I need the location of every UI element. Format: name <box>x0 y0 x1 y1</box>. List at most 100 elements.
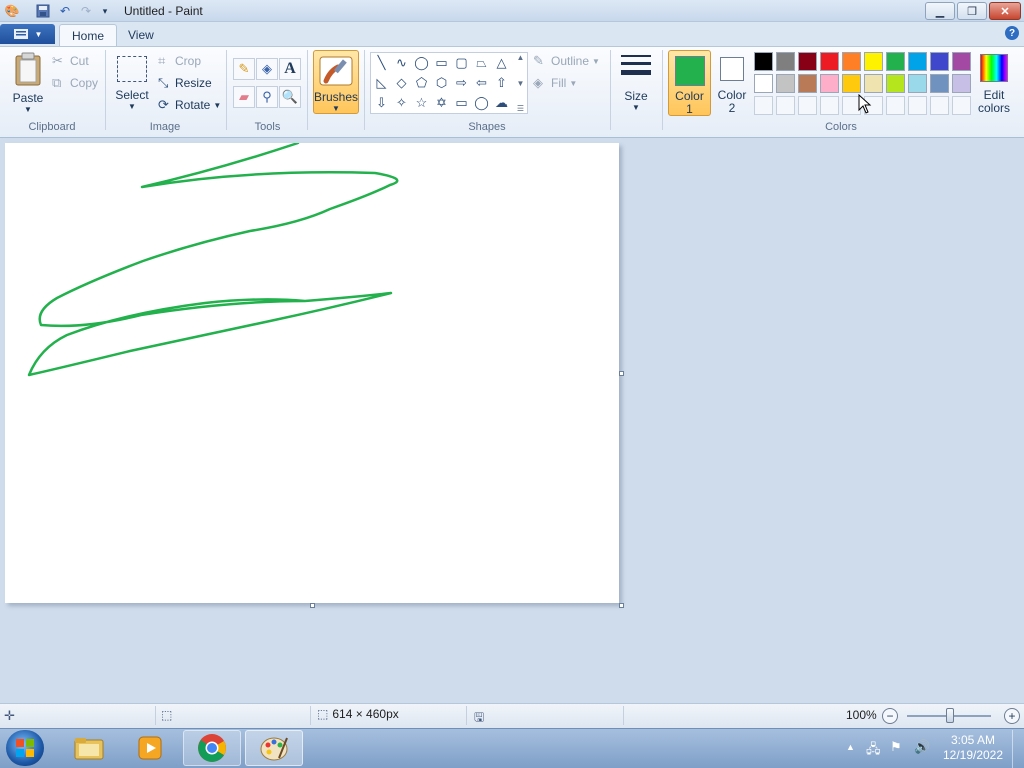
palette-swatch[interactable] <box>820 74 839 93</box>
custom-color-slot[interactable] <box>754 96 773 115</box>
right-triangle-shape-icon[interactable]: ◺ <box>372 73 391 92</box>
volume-icon[interactable]: 🔊 <box>914 739 930 755</box>
rounded-rectangle-shape-icon[interactable]: ▢ <box>452 53 471 72</box>
drawing-canvas[interactable] <box>5 141 619 603</box>
triangle-shape-icon[interactable]: △ <box>492 53 511 72</box>
pentagon-shape-icon[interactable]: ⬠ <box>412 73 431 92</box>
network-icon[interactable]: 🖧 <box>866 740 881 762</box>
zoom-slider-thumb[interactable] <box>946 708 954 723</box>
crop-button[interactable]: ⌗ Crop <box>158 53 201 69</box>
palette-swatch[interactable] <box>820 52 839 71</box>
taskbar-chrome[interactable] <box>183 730 241 766</box>
paint-menu-button[interactable]: ▼ <box>0 24 55 44</box>
custom-color-slot[interactable] <box>952 96 971 115</box>
palette-swatch[interactable] <box>776 74 795 93</box>
palette-swatch[interactable] <box>754 52 773 71</box>
zoom-in-button[interactable]: + <box>1004 708 1020 724</box>
size-button[interactable]: Size ▼ <box>616 52 656 114</box>
four-point-star-shape-icon[interactable]: ✧ <box>392 93 411 112</box>
tab-home[interactable]: Home <box>59 24 118 46</box>
redo-icon[interactable]: ↷ <box>78 3 94 19</box>
tab-view[interactable]: View <box>116 24 166 46</box>
brushes-button[interactable]: Brushes ▼ <box>313 50 359 114</box>
rectangular-callout-shape-icon[interactable]: ▭ <box>452 93 471 112</box>
rotate-button[interactable]: ⟳ Rotate ▼ <box>158 97 221 113</box>
custom-color-slot[interactable] <box>798 96 817 115</box>
polygon-shape-icon[interactable]: ⏢ <box>472 53 491 72</box>
taskbar-explorer[interactable] <box>60 730 118 766</box>
palette-swatch[interactable] <box>952 74 971 93</box>
custom-color-slot[interactable] <box>886 96 905 115</box>
paste-button[interactable]: Paste ▼ <box>8 52 48 114</box>
palette-swatch[interactable] <box>842 74 861 93</box>
fill-button[interactable]: ◈ Fill ▼ <box>533 75 577 91</box>
text-tool-icon[interactable]: A <box>279 58 301 80</box>
palette-swatch[interactable] <box>776 52 795 71</box>
six-point-star-shape-icon[interactable]: ✡ <box>432 93 451 112</box>
diamond-shape-icon[interactable]: ◇ <box>392 73 411 92</box>
help-icon[interactable]: ? <box>1005 26 1019 40</box>
palette-swatch[interactable] <box>798 52 817 71</box>
custom-color-slot[interactable] <box>908 96 927 115</box>
palette-swatch[interactable] <box>864 74 883 93</box>
cut-button[interactable]: ✂ Cut <box>52 53 89 69</box>
curve-shape-icon[interactable]: ∿ <box>392 53 411 72</box>
minimize-button[interactable]: ▁ <box>925 2 955 20</box>
palette-swatch[interactable] <box>908 74 927 93</box>
taskbar-media-player[interactable] <box>121 730 179 766</box>
custom-color-slot[interactable] <box>820 96 839 115</box>
outline-button[interactable]: ✎ Outline ▼ <box>533 53 600 69</box>
copy-button[interactable]: ⧉ Copy <box>52 75 98 91</box>
save-icon[interactable] <box>35 3 51 19</box>
palette-swatch[interactable] <box>886 52 905 71</box>
palette-swatch[interactable] <box>886 74 905 93</box>
right-arrow-shape-icon[interactable]: ⇨ <box>452 73 471 92</box>
close-button[interactable]: ✕ <box>989 2 1021 20</box>
zoom-out-button[interactable]: − <box>882 708 898 724</box>
up-arrow-shape-icon[interactable]: ⇧ <box>492 73 511 92</box>
select-button[interactable]: Select ▼ <box>112 52 152 114</box>
magnifier-icon[interactable]: 🔍 <box>279 86 301 108</box>
show-desktop-button[interactable] <box>1012 730 1024 768</box>
palette-swatch[interactable] <box>952 52 971 71</box>
palette-swatch[interactable] <box>754 74 773 93</box>
custom-color-slot[interactable] <box>776 96 795 115</box>
eraser-icon[interactable]: ▰ <box>233 86 255 108</box>
edit-colors-button[interactable]: Edit colors <box>977 52 1011 116</box>
palette-swatch[interactable] <box>908 52 927 71</box>
palette-swatch[interactable] <box>930 52 949 71</box>
resize-handle-bottom[interactable] <box>310 603 315 608</box>
paint-app-icon[interactable]: 🎨 <box>4 3 20 19</box>
show-hidden-icons-button[interactable]: ▲ <box>846 742 855 752</box>
five-point-star-shape-icon[interactable]: ☆ <box>412 93 431 112</box>
cloud-callout-shape-icon[interactable]: ☁ <box>492 93 511 112</box>
scroll-down-icon[interactable]: ▼ <box>517 79 525 88</box>
resize-handle-right[interactable] <box>619 371 624 376</box>
hexagon-shape-icon[interactable]: ⬡ <box>432 73 451 92</box>
palette-swatch[interactable] <box>864 52 883 71</box>
left-arrow-shape-icon[interactable]: ⇦ <box>472 73 491 92</box>
maximize-button[interactable]: ❐ <box>957 2 987 20</box>
shapes-scrollbar[interactable]: ▲ ▼ ☰ <box>514 53 527 113</box>
clock[interactable]: 3:05 AM 12/19/2022 <box>938 733 1008 763</box>
resize-handle-corner[interactable] <box>619 603 624 608</box>
color2-button[interactable]: Color 2 <box>714 50 750 116</box>
palette-swatch[interactable] <box>842 52 861 71</box>
customize-qat-icon[interactable]: ▾ <box>97 3 113 19</box>
oval-shape-icon[interactable]: ◯ <box>412 53 431 72</box>
rectangle-shape-icon[interactable]: ▭ <box>432 53 451 72</box>
expand-gallery-icon[interactable]: ☰ <box>517 104 524 113</box>
down-arrow-shape-icon[interactable]: ⇩ <box>372 93 391 112</box>
scroll-up-icon[interactable]: ▲ <box>517 53 525 62</box>
palette-swatch[interactable] <box>798 74 817 93</box>
line-shape-icon[interactable]: ╲ <box>372 53 391 72</box>
oval-callout-shape-icon[interactable]: ◯ <box>472 93 491 112</box>
resize-button[interactable]: ⤡ Resize <box>158 75 212 91</box>
color1-button[interactable]: Color 1 <box>668 50 711 116</box>
start-button[interactable] <box>6 730 44 766</box>
custom-color-slot[interactable] <box>930 96 949 115</box>
undo-icon[interactable]: ↶ <box>57 3 73 19</box>
palette-swatch[interactable] <box>930 74 949 93</box>
pencil-icon[interactable]: ✎ <box>233 58 255 80</box>
action-center-flag-icon[interactable]: ⚑ <box>890 739 902 755</box>
